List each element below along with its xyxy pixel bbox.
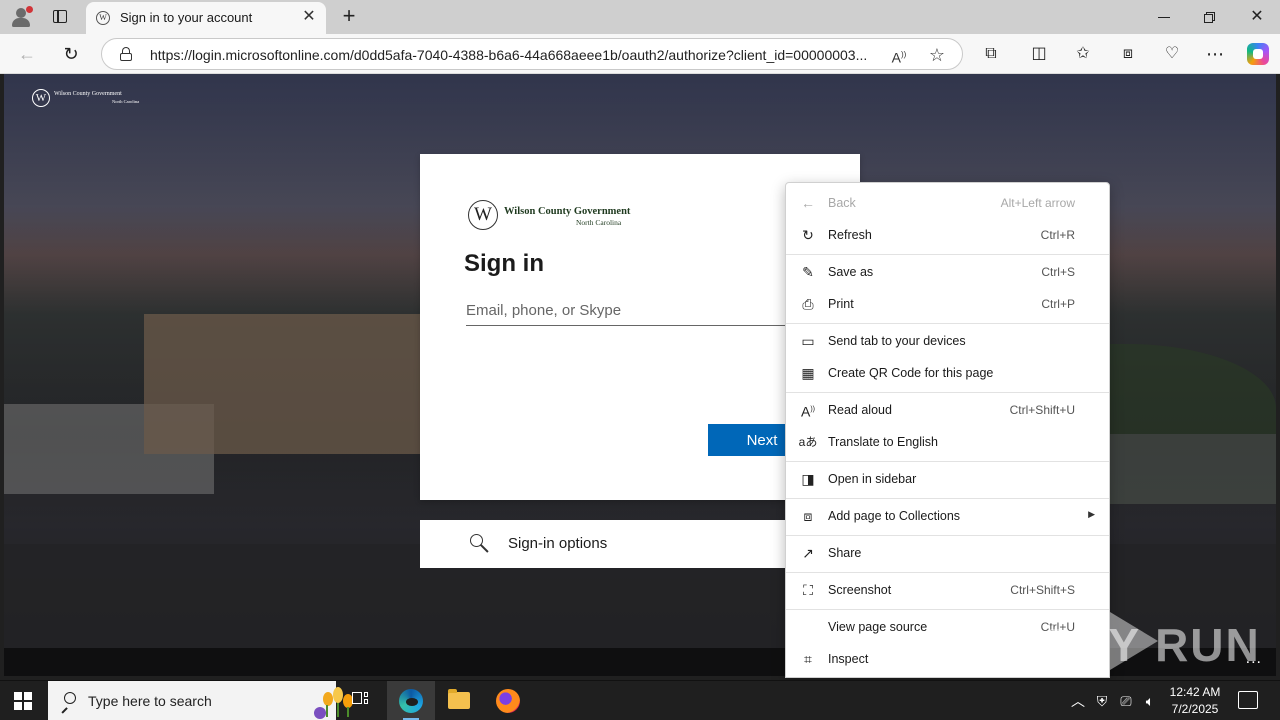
background-parking [1084, 434, 1276, 504]
favorites-icon[interactable]: ✩ [1072, 43, 1094, 65]
address-bar[interactable]: https://login.microsoftonline.com/d0dd5a… [101, 38, 963, 70]
tray-chevron-icon[interactable]: ︿ [1068, 691, 1088, 711]
email-input[interactable] [466, 296, 816, 326]
lock-icon[interactable] [120, 47, 132, 61]
favorite-star-icon[interactable]: ☆ [926, 44, 948, 66]
background-building [144, 314, 444, 454]
inspect-icon: ⌗ [804, 651, 812, 667]
taskbar-clock[interactable]: 12:42 AM 7/2/2025 [1164, 684, 1226, 720]
tab-title: Sign in to your account [120, 10, 253, 25]
browser-toolbar: ← ↻ https://login.microsoftonline.com/d0… [0, 34, 1280, 74]
taskbar-search-text: Type here to search [88, 693, 212, 709]
anyrun-watermark: ANY RUN [1038, 612, 1259, 672]
taskbar: Type here to search ︿ ⛨ ⎚ 🔈︎ 12:42 AM 7/… [0, 680, 1280, 720]
file-explorer-icon [448, 689, 470, 709]
minimize-button[interactable] [1152, 6, 1176, 28]
context-item-send-tab[interactable]: ▭ Send tab to your devices [786, 325, 1109, 357]
menu-separator [786, 323, 1109, 324]
taskbar-firefox-button[interactable] [484, 681, 532, 720]
context-menu: ← Back Alt+Left arrow ↻ Refresh Ctrl+R ✎… [785, 182, 1110, 678]
context-item-translate[interactable]: aあ Translate to English [786, 426, 1109, 458]
menu-separator [786, 609, 1109, 610]
back-arrow-icon: ← [801, 195, 815, 211]
context-item-share[interactable]: ↗ Share [786, 537, 1109, 569]
corner-logo: W Wilson County Government North Carolin… [32, 88, 142, 110]
window-close-button[interactable]: ✕ [1245, 6, 1269, 28]
context-item-read-aloud[interactable]: A)) Read aloud Ctrl+Shift+U [786, 394, 1109, 426]
taskbar-search[interactable]: Type here to search [48, 681, 353, 720]
read-aloud-icon: A)) [800, 403, 815, 420]
network-icon[interactable]: ⎚ [1116, 691, 1136, 711]
translate-icon: aあ [798, 435, 818, 449]
organization-logo: W Wilson County Government North Carolin… [468, 198, 638, 232]
menu-separator [786, 572, 1109, 573]
save-as-icon: ✎ [802, 264, 814, 280]
search-icon [60, 692, 78, 714]
context-item-open-sidebar[interactable]: ◨ Open in sidebar [786, 463, 1109, 495]
sidebar-icon: ◨ [801, 471, 815, 487]
volume-icon[interactable]: 🔈︎ [1140, 691, 1160, 711]
tab-bar: W Sign in to your account ✕ + ✕ [0, 0, 1280, 34]
refresh-icon[interactable]: ↻ [60, 43, 82, 65]
clock-time: 12:42 AM [1169, 685, 1221, 699]
tab-actions-icon[interactable] [48, 6, 72, 28]
clock-date: 7/2/2025 [1171, 702, 1219, 716]
sign-in-options-label: Sign-in options [508, 535, 608, 552]
copilot-icon[interactable] [1247, 43, 1269, 65]
submenu-arrow-icon: ▶ [1088, 509, 1095, 519]
taskbar-edge-button[interactable] [387, 681, 435, 720]
url-text[interactable]: https://login.microsoftonline.com/d0dd5a… [150, 47, 880, 63]
task-view-button[interactable] [336, 681, 384, 720]
firefox-icon [496, 689, 520, 713]
new-tab-button[interactable]: + [338, 4, 360, 28]
notification-icon[interactable] [1238, 691, 1258, 709]
security-icon[interactable]: ⛨ [1092, 691, 1112, 711]
refresh-icon: ↻ [802, 227, 814, 243]
context-item-qr-code[interactable]: ▦ Create QR Code for this page [786, 357, 1109, 389]
more-icon[interactable]: ⋯ [1204, 43, 1226, 65]
edge-icon [399, 689, 423, 713]
print-icon: ⎙ [802, 296, 814, 312]
screenshot-icon: ⛶ [803, 582, 813, 598]
qr-code-icon: ▦ [801, 365, 815, 381]
page-title: Sign in [464, 250, 544, 277]
browser-essentials-icon[interactable]: ♡ [1161, 43, 1183, 65]
collections-icon: ⧈ [803, 508, 813, 524]
collections-icon[interactable]: ⧈ [1117, 43, 1139, 65]
tab-close-icon[interactable]: ✕ [300, 8, 318, 26]
context-item-print[interactable]: ⎙ Print Ctrl+P [786, 288, 1109, 320]
send-tab-icon: ▭ [801, 333, 815, 349]
menu-separator [786, 535, 1109, 536]
extensions-icon[interactable]: ⧉ [980, 43, 1002, 65]
windows-start-icon[interactable] [14, 692, 32, 710]
browser-tab[interactable]: W Sign in to your account ✕ [86, 2, 326, 34]
task-view-icon [352, 692, 368, 708]
split-screen-icon[interactable]: ◫ [1028, 43, 1050, 65]
context-item-screenshot[interactable]: ⛶ Screenshot Ctrl+Shift+S [786, 574, 1109, 606]
context-item-add-to-collections[interactable]: ⧈ Add page to Collections ▶ [786, 500, 1109, 532]
context-item-refresh[interactable]: ↻ Refresh Ctrl+R [786, 219, 1109, 251]
restore-button[interactable] [1198, 6, 1222, 28]
taskbar-file-explorer-button[interactable] [435, 681, 483, 720]
profile-icon[interactable] [10, 6, 33, 28]
read-aloud-icon[interactable]: A)) [888, 44, 910, 66]
back-icon[interactable]: ← [16, 43, 38, 65]
menu-separator [786, 498, 1109, 499]
share-icon: ↗ [802, 545, 814, 561]
menu-separator [786, 461, 1109, 462]
tab-favicon-icon: W [96, 11, 110, 25]
context-item-save-as[interactable]: ✎ Save as Ctrl+S [786, 256, 1109, 288]
context-item-back[interactable]: ← Back Alt+Left arrow [786, 187, 1109, 219]
menu-separator [786, 392, 1109, 393]
menu-separator [786, 254, 1109, 255]
key-search-icon [468, 532, 492, 556]
